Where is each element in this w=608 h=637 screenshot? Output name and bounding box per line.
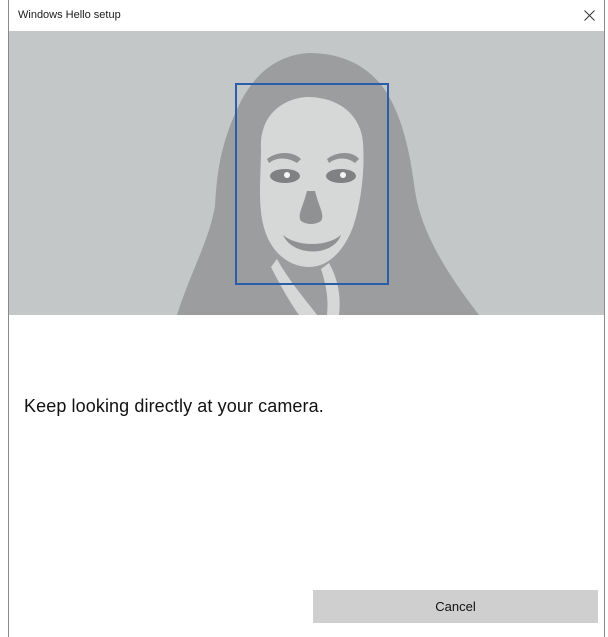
close-button[interactable]: [574, 0, 604, 31]
camera-preview: [9, 31, 604, 315]
camera-feed-image: [9, 31, 604, 315]
hello-setup-window: Windows Hello setup Keep looking directl…: [8, 0, 605, 637]
cancel-button[interactable]: Cancel: [313, 590, 598, 623]
instruction-text: Keep looking directly at your camera.: [24, 396, 324, 416]
close-icon: [583, 10, 595, 21]
window-title: Windows Hello setup: [18, 9, 121, 21]
title-bar: Windows Hello setup: [9, 0, 604, 31]
